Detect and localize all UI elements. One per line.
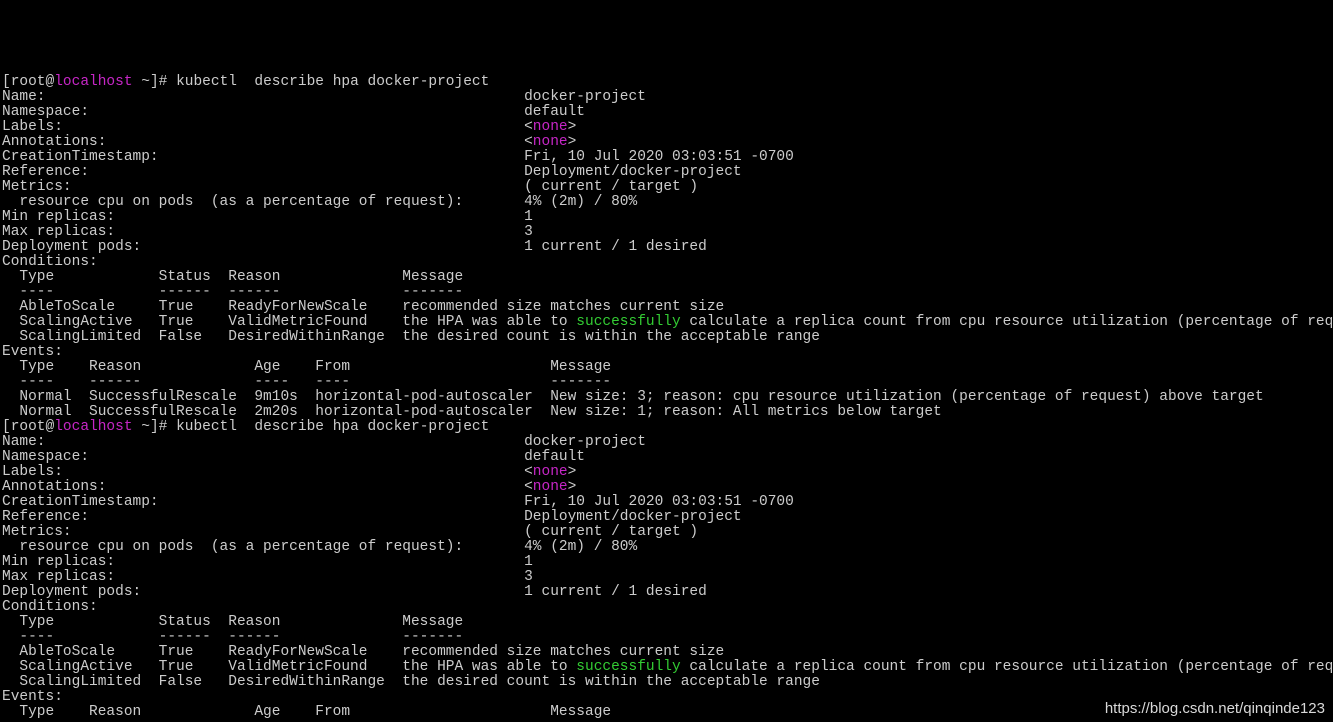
terminal-output[interactable]: [root@localhost ~]# kubectl describe hpa…: [0, 75, 1333, 722]
watermark-text: https://blog.csdn.net/qinqinde123: [1105, 701, 1325, 716]
